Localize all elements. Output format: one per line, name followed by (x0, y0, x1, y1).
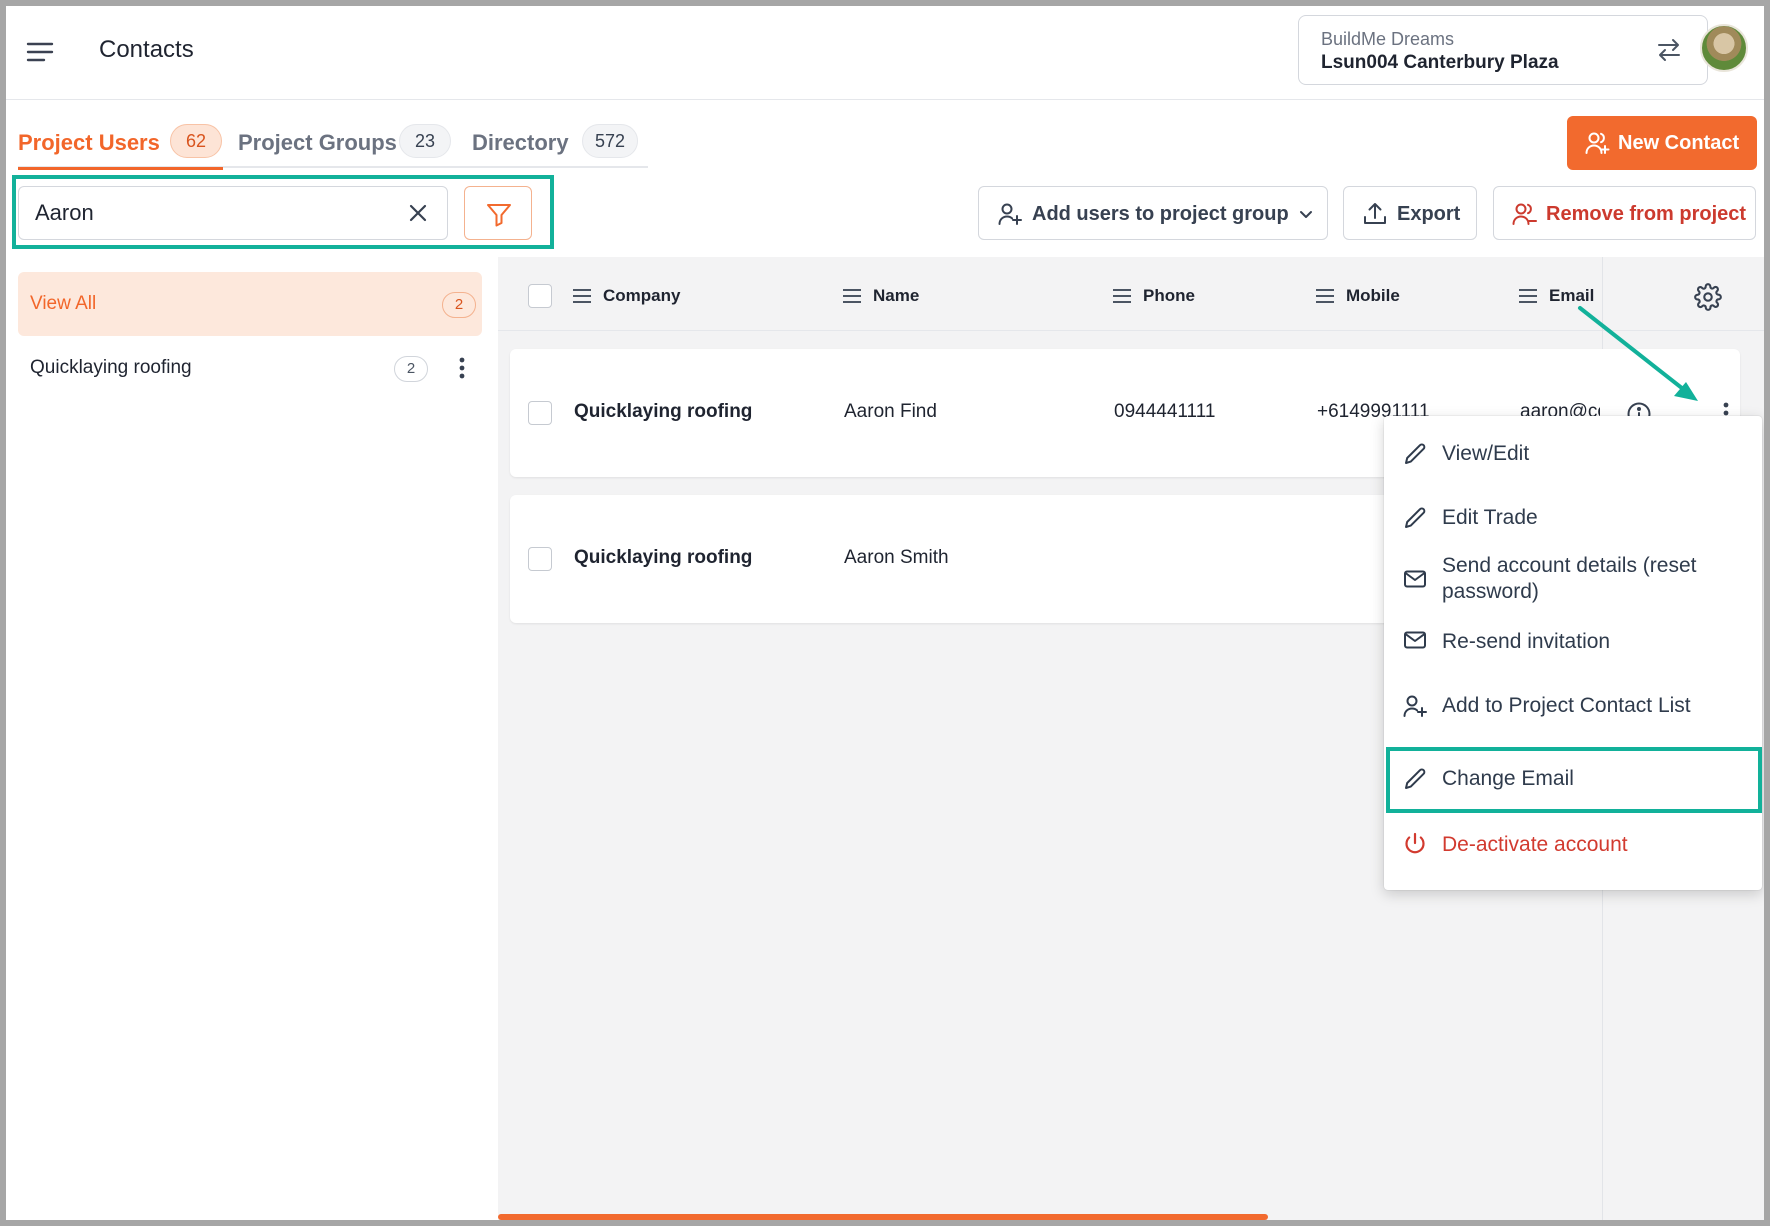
drag-lines-icon (573, 289, 591, 303)
menu-item-label: Send account details (reset password) (1442, 554, 1697, 603)
column-header-label: Company (603, 286, 681, 305)
row-checkbox[interactable] (528, 547, 552, 571)
menu-item-label: Add to Project Contact List (1442, 694, 1691, 717)
search-input[interactable] (35, 197, 375, 229)
menu-item-change-email[interactable]: Change Email (1384, 746, 1762, 812)
power-icon (1405, 832, 1425, 854)
sidebar-item-quicklaying-roofing[interactable]: Quicklaying roofing 2 (18, 336, 482, 400)
project-company: BuildMe Dreams (1321, 29, 1455, 49)
drag-lines-icon (1113, 289, 1131, 303)
tab-project-users[interactable]: Project Users 62 (18, 120, 223, 170)
sidebar-item-label: Quicklaying roofing (30, 357, 192, 378)
horizontal-scrollbar[interactable] (498, 1214, 1268, 1220)
cell-company: Quicklaying roofing (574, 401, 753, 422)
column-header-label: Name (873, 286, 920, 305)
pencil-icon (1405, 768, 1426, 789)
tab-directory[interactable]: Directory 572 (472, 120, 652, 168)
sidebar-count-badge: 2 (442, 292, 476, 318)
pencil-icon (1405, 507, 1426, 528)
new-contact-button[interactable]: New Contact (1567, 116, 1757, 170)
group-sidebar: View All 2 Quicklaying roofing 2 (6, 257, 498, 1220)
tab-label: Project Groups (238, 130, 397, 155)
mail-icon (1404, 570, 1426, 588)
cell-name: Aaron Find (844, 401, 937, 422)
sidebar-count-badge: 2 (394, 356, 428, 382)
mail-icon (1404, 631, 1426, 649)
menu-item-resend-invitation[interactable]: Re-send invitation (1384, 616, 1762, 668)
add-users-to-group-label: Add users to project group (1032, 203, 1289, 225)
row-actions-menu: View/Edit Edit Trade Send account detail… (1384, 416, 1762, 890)
export-button[interactable]: Export (1343, 186, 1477, 240)
remove-from-project-button[interactable]: Remove from project (1493, 186, 1756, 240)
column-header-label: Email (1549, 286, 1595, 305)
tab-count-badge: 23 (399, 124, 451, 158)
cell-company: Quicklaying roofing (574, 547, 753, 568)
menu-item-deactivate-account[interactable]: De-activate account (1384, 820, 1762, 872)
user-avatar[interactable] (1700, 24, 1748, 72)
users-minus-icon (1512, 203, 1537, 225)
clear-search-icon[interactable] (405, 200, 431, 226)
table-header: Company Name Phone Mobile Email (498, 257, 1764, 331)
drag-lines-icon (1519, 289, 1537, 303)
swap-arrows-icon[interactable] (1655, 36, 1683, 64)
gear-icon[interactable] (1694, 283, 1722, 311)
menu-item-label: Edit Trade (1442, 506, 1538, 529)
cell-phone: 0944441111 (1114, 401, 1216, 422)
tab-count-badge: 572 (582, 124, 639, 158)
menu-item-label: Change Email (1442, 767, 1574, 790)
column-header-label: Phone (1143, 286, 1195, 305)
search-box (18, 186, 448, 240)
menu-item-view-edit[interactable]: View/Edit (1384, 428, 1762, 480)
menu-item-label: De-activate account (1442, 833, 1628, 856)
chevron-down-icon (1300, 211, 1312, 218)
pencil-icon (1405, 443, 1426, 464)
user-plus-icon (998, 203, 1022, 225)
hamburger-menu-icon[interactable] (24, 36, 56, 68)
contact-tabs: Project Users 62 Project Groups 23 Direc… (18, 120, 648, 170)
upload-icon (1364, 203, 1386, 224)
more-vertical-icon[interactable] (450, 354, 474, 382)
tab-label: Directory (472, 130, 569, 155)
tab-count-badge: 62 (170, 124, 222, 158)
top-bar: Contacts BuildMe Dreams Lsun004 Canterbu… (6, 6, 1764, 100)
menu-item-add-to-contact-list[interactable]: Add to Project Contact List (1384, 680, 1762, 732)
menu-item-send-account-details[interactable]: Send account details (reset password) (1384, 546, 1762, 612)
export-label: Export (1397, 203, 1461, 225)
menu-item-label: View/Edit (1442, 442, 1530, 465)
row-checkbox[interactable] (528, 401, 552, 425)
sidebar-item-label: View All (30, 293, 97, 314)
drag-lines-icon (1316, 289, 1334, 303)
new-contact-label: New Contact (1618, 132, 1740, 154)
menu-item-label: Re-send invitation (1442, 630, 1611, 653)
page-title: Contacts (99, 36, 194, 63)
funnel-icon (487, 204, 511, 227)
menu-item-edit-trade[interactable]: Edit Trade (1384, 492, 1762, 544)
drag-lines-icon (843, 289, 861, 303)
users-plus-icon (1585, 132, 1610, 154)
tab-label: Project Users (18, 130, 160, 155)
column-header-label: Mobile (1346, 286, 1400, 305)
add-users-to-group-button[interactable]: Add users to project group (978, 186, 1328, 240)
active-tab-underline (18, 167, 223, 170)
project-name: Lsun004 Canterbury Plaza (1321, 52, 1559, 73)
tab-project-groups[interactable]: Project Groups 23 (238, 120, 451, 168)
remove-from-project-label: Remove from project (1546, 203, 1747, 225)
project-switcher[interactable]: BuildMe Dreams Lsun004 Canterbury Plaza (1298, 15, 1708, 85)
cell-name: Aaron Smith (844, 547, 949, 568)
filter-button[interactable] (464, 186, 532, 240)
select-all-checkbox[interactable] (528, 284, 552, 308)
sidebar-item-view-all[interactable]: View All 2 (18, 272, 482, 336)
user-plus-icon (1403, 695, 1427, 717)
